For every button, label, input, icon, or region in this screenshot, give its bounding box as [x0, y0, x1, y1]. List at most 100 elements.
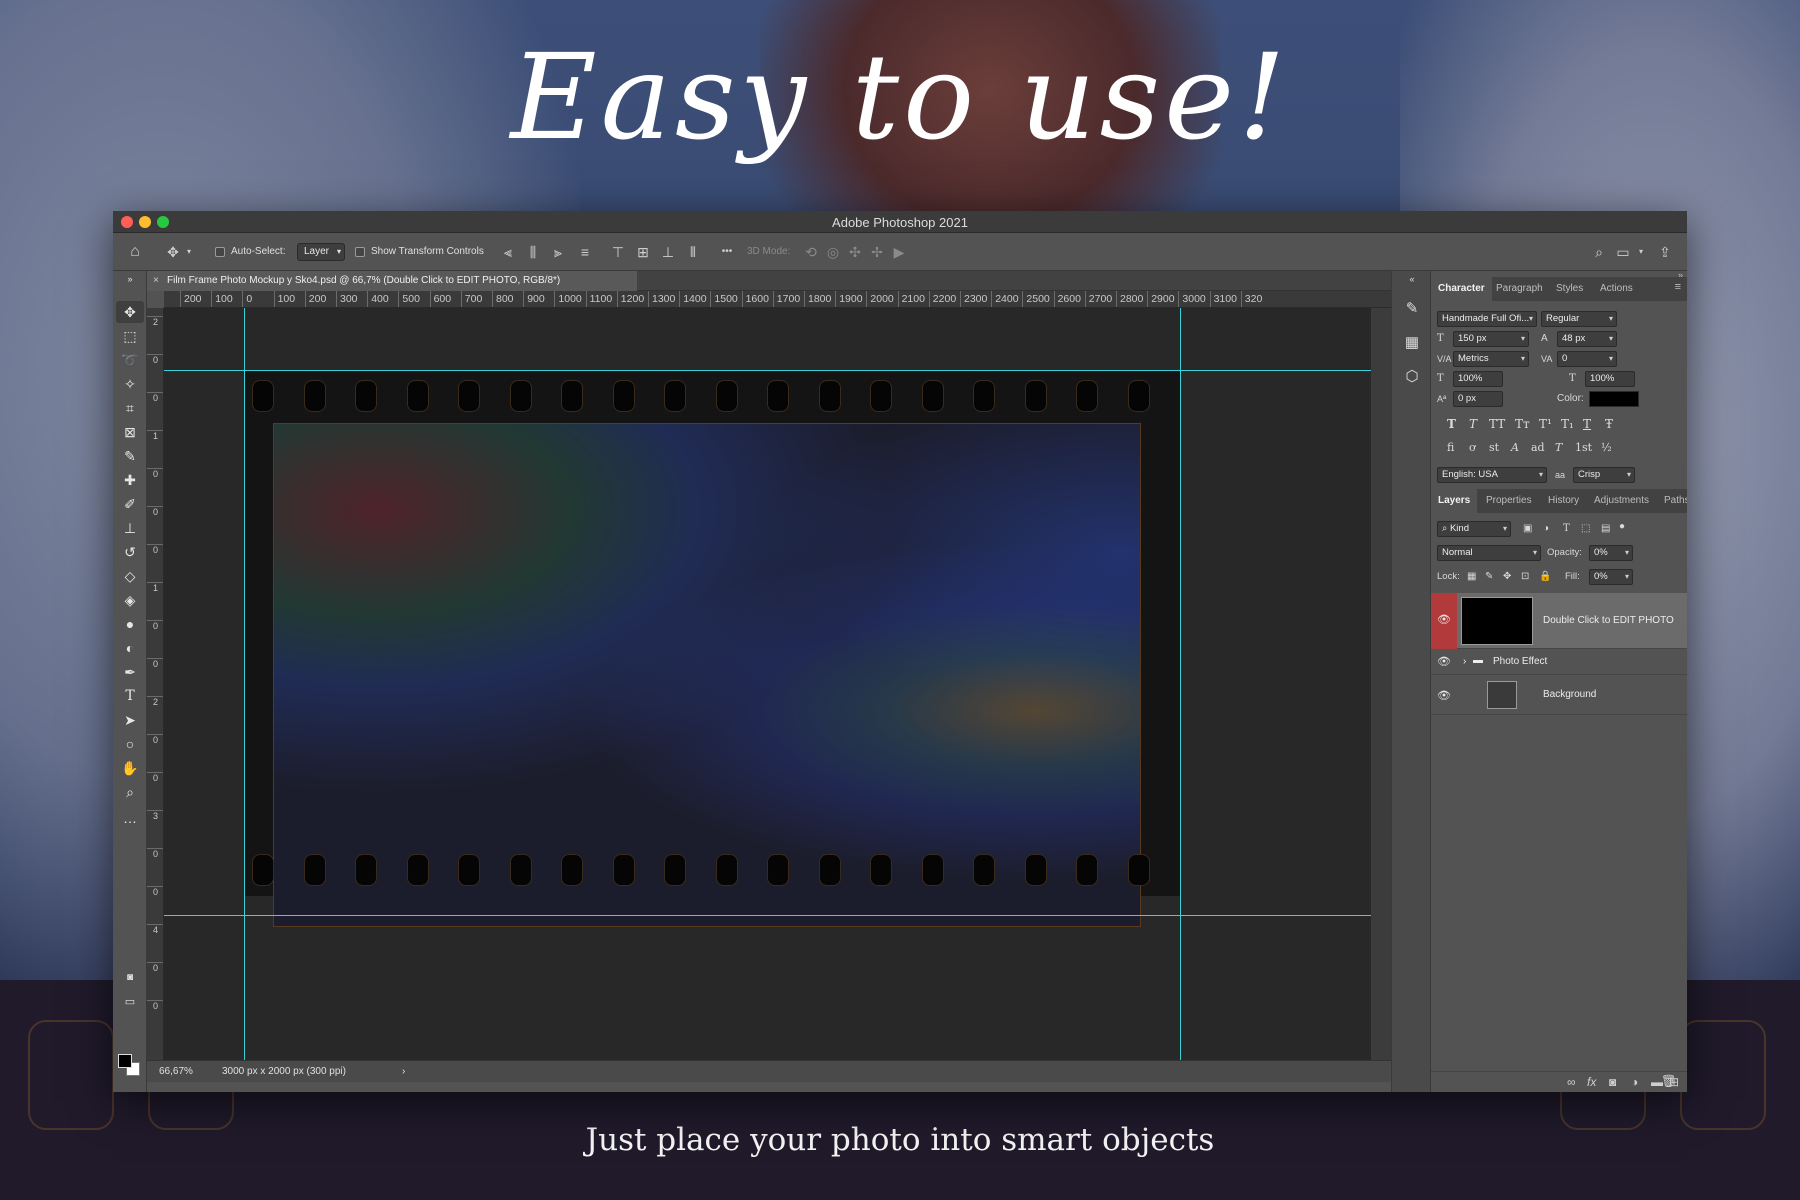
workspace-icon[interactable]: ▭: [1613, 242, 1633, 262]
quick-mask-icon[interactable]: ◙: [116, 967, 144, 989]
expand-toolbox-icon[interactable]: »: [116, 273, 144, 285]
fill-field[interactable]: 0% ▾: [1589, 569, 1633, 585]
subscript-button[interactable]: T₁: [1561, 417, 1574, 431]
edit-toolbar-icon[interactable]: …: [116, 807, 144, 829]
layer-row[interactable]: 👁 › ▬ Photo Effect: [1431, 649, 1687, 675]
layer-filter-select[interactable]: ⌕ Kind ▾: [1437, 521, 1511, 537]
frame-tool-icon[interactable]: ⊠: [116, 421, 144, 443]
stylistic-alternates-button[interactable]: ad: [1531, 441, 1545, 454]
lock-position-icon[interactable]: ✥: [1503, 569, 1511, 585]
brush-tool-icon[interactable]: ✐: [116, 493, 144, 515]
tab-adjustments[interactable]: Adjustments: [1587, 489, 1656, 513]
document-tab[interactable]: × Film Frame Photo Mockup y Sko4.psd @ 6…: [147, 271, 637, 291]
panel-menu-icon[interactable]: ≡: [1675, 281, 1681, 293]
strikethrough-button[interactable]: Ŧ: [1605, 417, 1613, 431]
leading-field[interactable]: 48 px ▾: [1557, 331, 1617, 347]
distribute-vertical-icon[interactable]: ⫴: [683, 242, 703, 262]
lock-all-icon[interactable]: 🔒: [1539, 569, 1551, 585]
align-middle-icon[interactable]: ⊞: [633, 242, 653, 262]
show-transform-checkbox[interactable]: [355, 247, 365, 257]
smart-object-photo[interactable]: [273, 423, 1141, 927]
pen-tool-icon[interactable]: ✒: [116, 661, 144, 683]
layer-row[interactable]: 👁 Background: [1431, 675, 1687, 715]
filter-type-icon[interactable]: T: [1563, 521, 1570, 537]
close-icon[interactable]: ×: [153, 271, 159, 291]
healing-brush-icon[interactable]: ✚: [116, 469, 144, 491]
3d-camera-icon[interactable]: ▶: [889, 242, 909, 262]
discretionary-ligatures-button[interactable]: st: [1489, 441, 1499, 454]
3d-rotate-icon[interactable]: ⟲: [801, 242, 821, 262]
marquee-tool-icon[interactable]: ⬚: [116, 325, 144, 347]
link-layers-icon[interactable]: ∞: [1567, 1075, 1576, 1089]
magic-wand-icon[interactable]: ✧: [116, 373, 144, 395]
history-brush-icon[interactable]: ↺: [116, 541, 144, 563]
lasso-tool-icon[interactable]: ➰: [116, 349, 144, 371]
brush-settings-icon[interactable]: ✎: [1400, 297, 1424, 321]
language-select[interactable]: English: USA ▾: [1437, 467, 1547, 483]
filter-adjustment-icon[interactable]: ◑: [1543, 521, 1549, 537]
lock-transparent-icon[interactable]: ▦: [1467, 569, 1476, 585]
dodge-tool-icon[interactable]: ◐: [116, 637, 144, 659]
filter-toggle-icon[interactable]: ●: [1619, 519, 1625, 535]
tab-paragraph[interactable]: Paragraph: [1489, 277, 1550, 301]
antialias-select[interactable]: Crisp ▾: [1573, 467, 1635, 483]
chevron-down-icon[interactable]: ▾: [1631, 242, 1651, 262]
tab-history[interactable]: History: [1541, 489, 1586, 513]
eyedropper-icon[interactable]: ✎: [116, 445, 144, 467]
align-top-icon[interactable]: ⊤: [608, 242, 628, 262]
underline-button[interactable]: T: [1583, 417, 1591, 431]
fractions-button[interactable]: ½: [1601, 441, 1612, 454]
zoom-tool-icon[interactable]: ⌕: [116, 781, 144, 803]
tab-character[interactable]: Character: [1431, 277, 1492, 301]
layer-row[interactable]: 👁 Double Click to EDIT PHOTO: [1431, 593, 1687, 649]
blend-mode-select[interactable]: Normal ▾: [1437, 545, 1541, 561]
text-color-swatch[interactable]: [1589, 391, 1639, 407]
ellipse-tool-icon[interactable]: ○: [116, 733, 144, 755]
horizontal-scale-field[interactable]: 100%: [1585, 371, 1635, 387]
adjustment-layer-icon[interactable]: ◑: [1631, 1075, 1638, 1089]
align-center-icon[interactable]: ⫼: [523, 242, 543, 262]
baseline-shift-field[interactable]: 0 px: [1453, 391, 1503, 407]
vertical-scale-field[interactable]: 100%: [1453, 371, 1503, 387]
paint-bucket-icon[interactable]: ◈: [116, 589, 144, 611]
fx-icon[interactable]: fx: [1587, 1075, 1596, 1089]
share-icon[interactable]: ⇪: [1655, 242, 1675, 262]
stamp-tool-icon[interactable]: ⊥: [116, 517, 144, 539]
blur-tool-icon[interactable]: ●: [116, 613, 144, 635]
eye-icon[interactable]: 👁: [1431, 613, 1457, 626]
old-style-button[interactable]: ơ: [1469, 441, 1476, 454]
font-family-select[interactable]: Handmade Full Ofi... ▾: [1437, 311, 1537, 327]
superscript-button[interactable]: T¹: [1539, 417, 1552, 431]
chevron-down-icon[interactable]: ▾: [179, 242, 199, 262]
ordinals-button[interactable]: 1st: [1575, 441, 1592, 454]
type-tool-icon[interactable]: T: [116, 685, 144, 707]
foreground-color-swatch[interactable]: [118, 1054, 132, 1068]
auto-select-checkbox[interactable]: [215, 247, 225, 257]
auto-select-dropdown[interactable]: Layer ▾: [297, 243, 345, 261]
status-menu-arrow[interactable]: ›: [402, 1061, 405, 1083]
3d-slide-icon[interactable]: ✢: [867, 242, 887, 262]
kerning-field[interactable]: Metrics ▾: [1453, 351, 1529, 367]
3d-cube-icon[interactable]: ⬡: [1400, 365, 1424, 389]
path-selection-icon[interactable]: ➤: [116, 709, 144, 731]
collapse-panels-icon[interactable]: «: [1400, 273, 1424, 285]
filter-pixel-icon[interactable]: ▣: [1523, 521, 1532, 537]
delete-layer-icon[interactable]: 🗑: [1661, 1074, 1676, 1088]
faux-bold-button[interactable]: T: [1447, 417, 1456, 431]
tab-actions[interactable]: Actions: [1593, 277, 1640, 301]
tab-styles[interactable]: Styles: [1549, 277, 1590, 301]
align-left-icon[interactable]: ⫷: [498, 242, 518, 262]
titling-alternates-button[interactable]: T: [1555, 441, 1562, 454]
expand-group-icon[interactable]: ›: [1463, 656, 1466, 667]
distribute-icon[interactable]: ≡: [575, 242, 595, 262]
tab-properties[interactable]: Properties: [1479, 489, 1539, 513]
filter-shape-icon[interactable]: ⬚: [1581, 521, 1590, 537]
hand-tool-icon[interactable]: ✋: [116, 757, 144, 779]
eye-icon[interactable]: 👁: [1431, 689, 1457, 702]
all-caps-button[interactable]: TT: [1489, 417, 1505, 431]
opacity-field[interactable]: 0% ▾: [1589, 545, 1633, 561]
vertical-scrollbar[interactable]: [1371, 308, 1391, 1060]
add-mask-icon[interactable]: ◙: [1609, 1075, 1616, 1089]
eye-icon[interactable]: 👁: [1431, 655, 1457, 668]
swash-button[interactable]: A: [1511, 441, 1519, 454]
